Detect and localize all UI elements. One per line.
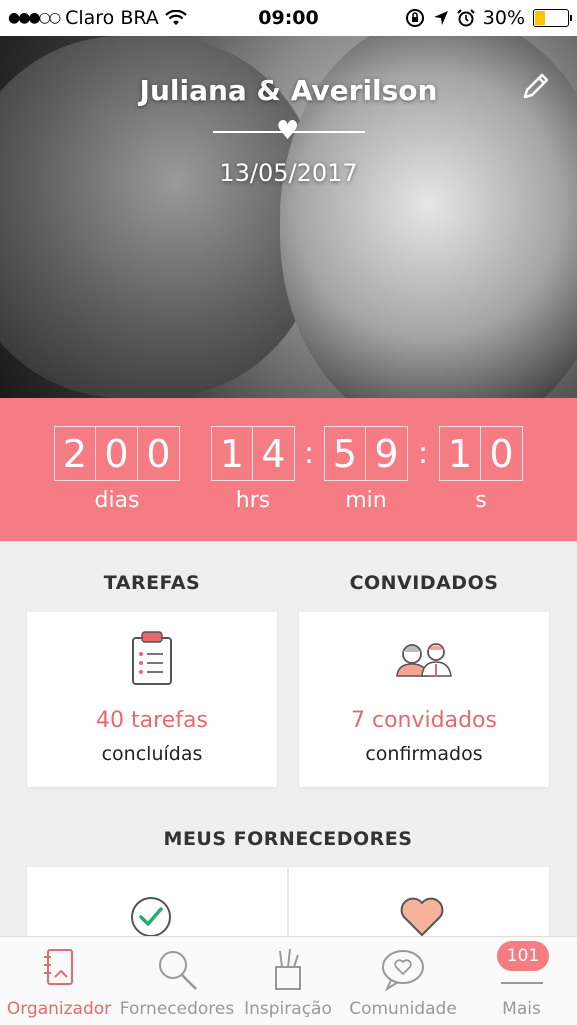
tasks-title: TAREFAS [103, 572, 201, 594]
tab-label: Fornecedores [119, 999, 235, 1019]
colon-separator: : [304, 436, 315, 471]
tools-icon [275, 948, 301, 990]
chat-heart-icon [382, 950, 424, 992]
heart-icon [400, 897, 444, 936]
seconds-label: s [475, 488, 487, 513]
notebook-icon [44, 949, 73, 985]
tab-organizador[interactable]: Organizador [0, 937, 118, 1025]
tab-bar: Organizador Fornecedores Inspiração Comu… [0, 936, 577, 1025]
check-circle-icon [131, 897, 171, 937]
guests-card[interactable]: 7 convidados confirmados [299, 612, 549, 787]
alarm-icon [457, 9, 475, 27]
clipboard-icon [132, 631, 172, 685]
rotation-lock-icon [405, 9, 424, 27]
minutes-digits: 5 9 [324, 426, 408, 481]
tab-label: Mais [502, 999, 541, 1019]
days-label: dias [94, 488, 140, 513]
search-icon [159, 951, 197, 990]
hours-label: hrs [235, 488, 271, 513]
countdown-digit: 0 [481, 426, 523, 481]
tab-label: Organizador [6, 999, 112, 1019]
divider-right [291, 131, 365, 133]
edit-pencil-icon[interactable] [520, 70, 552, 102]
countdown-digit: 4 [253, 426, 295, 481]
tasks-count: 40 tarefas [96, 708, 208, 733]
wedding-countdown: 2 0 0 1 4 : 5 9 : 1 0 dias hrs min s [0, 398, 577, 541]
countdown-digit: 1 [439, 426, 481, 481]
guests-count: 7 convidados [351, 708, 497, 733]
countdown-digit: 9 [366, 426, 408, 481]
tab-label: Comunidade [349, 999, 457, 1019]
countdown-digit: 0 [138, 426, 180, 481]
battery-percent: 30% [482, 7, 525, 29]
tab-comunidade[interactable]: Comunidade [340, 937, 466, 1025]
vendors-hired-card[interactable] [27, 867, 287, 937]
guests-status: confirmados [365, 743, 483, 765]
countdown-digit: 5 [324, 426, 366, 481]
notification-badge: 101 [497, 941, 549, 971]
countdown-digit: 2 [54, 426, 96, 481]
couple-names: Juliana & Averilson [139, 74, 438, 107]
hours-digits: 1 4 [211, 426, 295, 481]
minutes-label: min [345, 488, 387, 513]
battery-icon [533, 9, 572, 27]
guests-title: CONVIDADOS [349, 572, 499, 594]
colon-separator: : [418, 436, 429, 471]
status-bar: ●●●○○ Claro BRA 09:00 30% [0, 0, 577, 36]
vendors-favorites-card[interactable] [289, 867, 549, 937]
wedding-date: 13/05/2017 [219, 159, 358, 187]
guests-icon [396, 643, 452, 677]
countdown-digit: 0 [96, 426, 138, 481]
seconds-digits: 1 0 [439, 426, 523, 481]
countdown-digit: 1 [211, 426, 253, 481]
location-icon [433, 11, 448, 25]
days-digits: 2 0 0 [54, 426, 180, 481]
tab-label: Inspiração [244, 999, 332, 1019]
tab-fornecedores[interactable]: Fornecedores [118, 937, 236, 1025]
vendors-title: MEUS FORNECEDORES [163, 828, 413, 850]
couple-photo: Juliana & Averilson ♥ 13/05/2017 [0, 36, 577, 398]
tasks-status: concluídas [101, 743, 203, 765]
tab-inspiracao[interactable]: Inspiração [236, 937, 340, 1025]
tasks-card[interactable]: 40 tarefas concluídas [27, 612, 277, 787]
